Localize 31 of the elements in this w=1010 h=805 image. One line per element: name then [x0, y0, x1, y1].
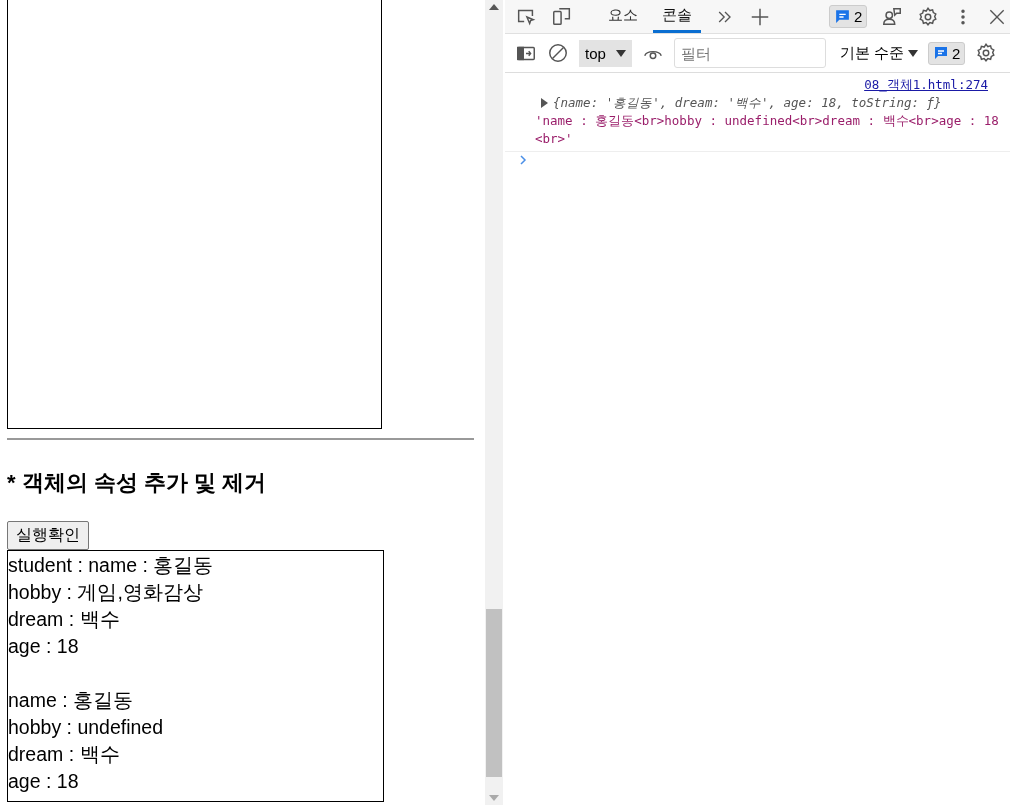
output-line: name : 홍길동 [8, 688, 135, 713]
scrollbar-thumb[interactable] [486, 609, 502, 777]
output-line: dream : 백수 [8, 742, 121, 767]
output-line: hobby : undefined [8, 715, 165, 740]
object-preview[interactable]: {name: '홍길동', dream: '백수', age: 18, toString: ƒ} [553, 94, 942, 112]
prompt-icon [519, 154, 527, 166]
settings-icon[interactable] [975, 42, 998, 64]
run-button[interactable]: 실행확인 [7, 521, 89, 550]
string-output: 'name : 홍길동<br>hobby : undefined<br>dream : 백수<br>age : 18<br>' [535, 112, 1000, 148]
expand-icon[interactable] [541, 98, 548, 108]
source-link[interactable]: 08_객체1.html:274 [535, 76, 988, 94]
message-icon [834, 8, 851, 25]
output-line: dream : 백수 [8, 607, 121, 632]
output-line: age : 18 [8, 769, 80, 794]
section-heading: * 객체의 속성 추가 및 제거 [7, 469, 268, 497]
message-icon [933, 45, 950, 61]
devtools-tab[interactable]: 콘솔 [653, 0, 701, 33]
clear-icon[interactable] [547, 42, 569, 64]
issues-button[interactable]: 2 [928, 41, 966, 65]
scrollbar[interactable] [485, 0, 503, 805]
log-level-dropdown[interactable]: 기본 수준 [839, 43, 919, 63]
issues-button[interactable]: 2 [829, 5, 868, 28]
device-icon[interactable] [551, 5, 573, 28]
feedback-icon[interactable] [881, 5, 904, 28]
filter-field[interactable]: 필터 [673, 38, 826, 68]
devtools-tab[interactable]: 요소 [599, 0, 647, 33]
settings-icon[interactable] [917, 5, 940, 28]
context-dropdown[interactable]: top [579, 39, 632, 67]
output-line: hobby : 게임,영화감상 [8, 580, 204, 605]
output-line: student : name : 홍길동 [8, 553, 215, 578]
output-line: age : 18 [8, 634, 80, 659]
